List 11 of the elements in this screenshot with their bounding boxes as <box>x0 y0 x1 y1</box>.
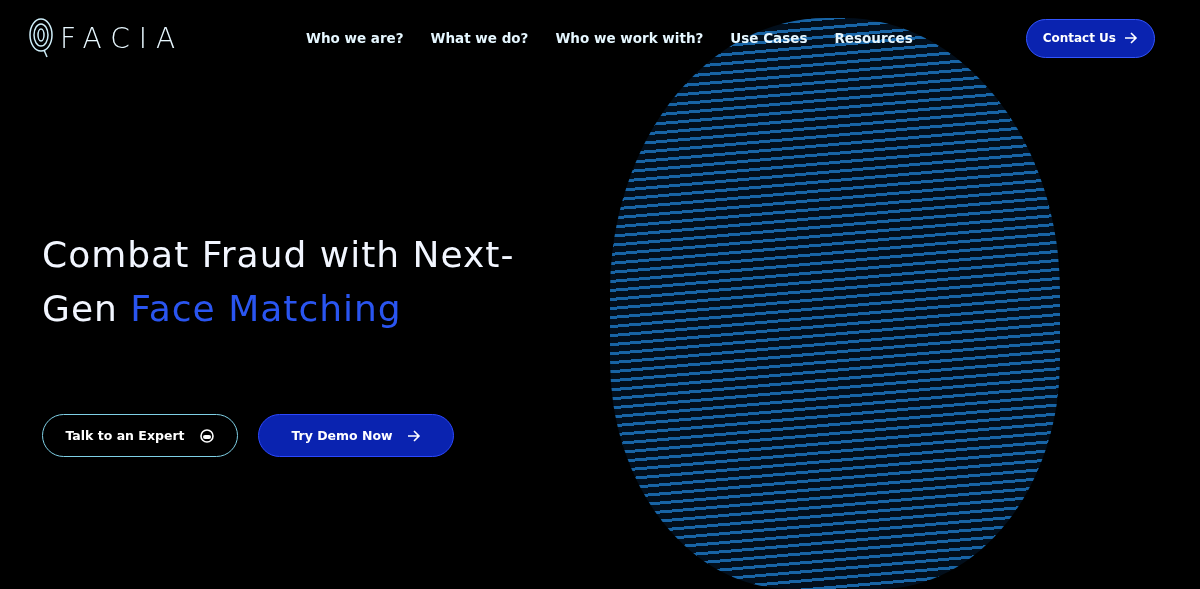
contact-button[interactable]: Contact Us <box>1025 18 1155 58</box>
arrow-right-icon <box>1124 32 1138 44</box>
arrow-right-icon <box>406 429 421 442</box>
headline: Combat Fraud with Next-Gen Face Matching <box>42 233 516 331</box>
talk-to-expert-button[interactable]: Talk to an Expert <box>42 414 238 457</box>
nav-link[interactable]: Who we work with? <box>555 30 704 46</box>
fingerprint-icon <box>28 17 54 59</box>
nav-link[interactable]: What we do? <box>430 30 529 46</box>
try-demo-button[interactable]: Try Demo Now <box>258 414 454 457</box>
logo-text[interactable]: FACIA <box>60 21 185 55</box>
nav-link[interactable]: Who we are? <box>306 30 404 46</box>
